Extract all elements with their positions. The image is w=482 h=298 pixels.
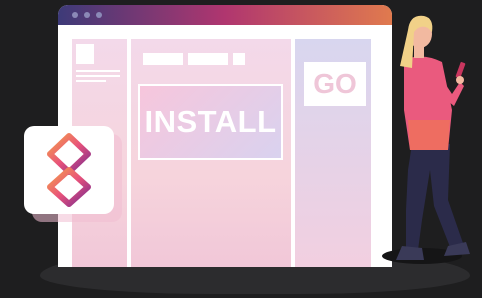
placeholder-square xyxy=(76,44,94,64)
placeholder-line xyxy=(76,70,120,72)
placeholder-pill xyxy=(188,53,228,65)
go-label: GO xyxy=(313,68,357,99)
window-dot-icon xyxy=(84,12,90,18)
window-dot-icon xyxy=(96,12,102,18)
app-logo-icon xyxy=(47,133,91,207)
install-button[interactable]: INSTALL xyxy=(138,84,283,160)
placeholder-pill xyxy=(233,53,245,65)
go-button[interactable]: GO xyxy=(304,62,366,106)
app-logo-tile xyxy=(24,126,114,214)
illustration: INSTALL GO xyxy=(0,0,482,298)
window-dot-icon xyxy=(72,12,78,18)
placeholder-line xyxy=(76,80,106,82)
window-titlebar xyxy=(58,5,392,25)
install-label: INSTALL xyxy=(144,104,277,139)
placeholder-pill xyxy=(143,53,183,65)
placeholder-line xyxy=(76,75,120,77)
person-illustration xyxy=(382,15,470,264)
